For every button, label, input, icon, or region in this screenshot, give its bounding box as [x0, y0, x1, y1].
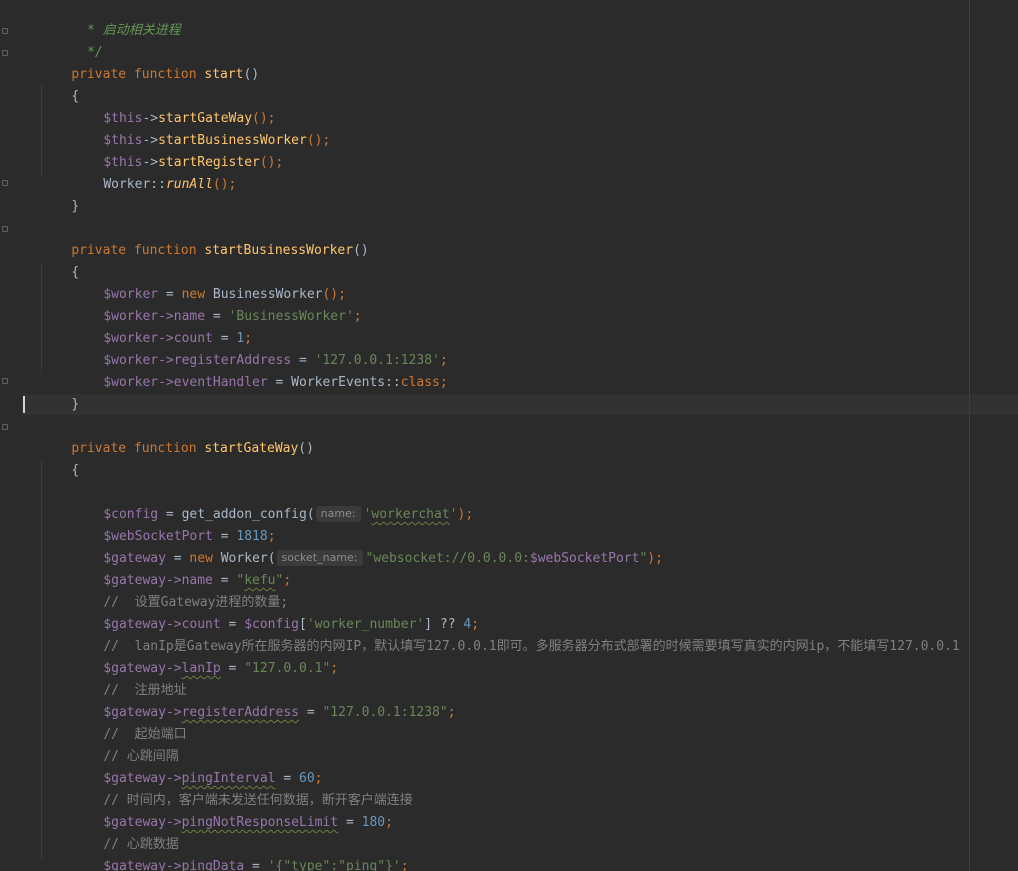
operator: =: [244, 859, 268, 871]
keyword: class: [400, 375, 440, 390]
code-line[interactable]: $this->startRegister();: [72, 130, 283, 170]
code-line[interactable]: private function startBusinessWorker(): [40, 218, 368, 258]
keyword: private function: [71, 441, 205, 456]
operator: =: [338, 815, 362, 830]
code-line[interactable]: {: [40, 64, 79, 104]
property-name: pingNotResponseLimit: [181, 815, 339, 830]
code-line[interactable]: // 心跳数据: [72, 812, 178, 852]
code-editor[interactable]: * 启动相关进程 */ private function start() { $…: [0, 0, 1018, 871]
string-literal: ': [449, 507, 458, 522]
code-line[interactable]: $worker->eventHandler = WorkerEvents::cl…: [72, 350, 447, 390]
code-line[interactable]: $gateway->pingData = '{"type":"ping"}';: [72, 834, 408, 871]
punctuation: );: [457, 507, 474, 522]
code-line[interactable]: // 心跳间隔: [72, 724, 178, 764]
number-literal: 180: [361, 815, 386, 830]
punctuation: ;: [400, 859, 409, 871]
function-name: start: [204, 67, 244, 82]
fold-close-icon[interactable]: [2, 378, 8, 384]
code-line[interactable]: Worker::runAll();: [72, 152, 236, 192]
code-line[interactable]: // lanIp是Gateway所在服务器的内网IP，默认填写127.0.0.1…: [72, 614, 959, 654]
indent-guide: [41, 460, 42, 860]
parameter-hint: name:: [315, 506, 361, 522]
code-line[interactable]: {: [40, 240, 79, 280]
punctuation: ();: [306, 133, 331, 148]
class-name: Worker::: [103, 177, 166, 192]
code-line[interactable]: $gateway = new Worker(socket_name: "webso…: [72, 526, 663, 566]
code-line[interactable]: $worker->count = 1;: [72, 306, 252, 346]
interpolated-variable: $webSocketPort: [529, 551, 640, 566]
code-line[interactable]: }: [40, 174, 79, 214]
punctuation: ;: [385, 815, 393, 830]
code-line[interactable]: $gateway->pingInterval = 60;: [72, 746, 322, 786]
code-line[interactable]: }: [40, 856, 79, 871]
operator: =: [220, 661, 245, 676]
editor-gutter: [0, 0, 22, 871]
punctuation: ();: [259, 155, 284, 170]
operator: =: [299, 705, 323, 720]
variable: $worker->eventHandler: [103, 375, 268, 390]
punctuation: ;: [439, 375, 448, 390]
code-line[interactable]: $gateway->registerAddress = "127.0.0.1:1…: [72, 680, 455, 720]
property-name: registerAddress: [181, 705, 299, 720]
right-margin-guide: [969, 0, 970, 871]
brace: }: [71, 397, 80, 412]
function-name: startBusinessWorker: [204, 243, 354, 258]
code-line[interactable]: $gateway->pingNotResponseLimit = 180;: [72, 790, 393, 830]
code-line[interactable]: $config = get_addon_config(name:'workerc…: [72, 482, 473, 522]
punctuation: );: [647, 551, 663, 566]
class-name: WorkerEvents::: [291, 375, 401, 390]
code-line[interactable]: // 设置Gateway进程的数量;: [72, 570, 288, 610]
punctuation: (): [298, 441, 314, 456]
function-name: startGateWay: [204, 441, 299, 456]
punctuation: (): [353, 243, 369, 258]
property-name: lanIp: [181, 661, 221, 676]
punctuation: ();: [212, 177, 237, 192]
string-literal: "127.0.0.1": [244, 661, 331, 676]
fold-open-icon[interactable]: [2, 424, 8, 430]
string-literal: '{"type":"ping"}': [267, 859, 401, 871]
code-line[interactable]: $gateway->name = "kefu";: [72, 548, 291, 588]
static-method-call: runAll: [165, 177, 213, 192]
property-name: pingData: [181, 859, 245, 871]
fold-close-icon[interactable]: [2, 180, 8, 186]
operator: =: [267, 375, 292, 390]
code-line[interactable]: $worker->registerAddress = '127.0.0.1:12…: [72, 328, 447, 368]
fold-close-icon[interactable]: [2, 28, 8, 34]
code-line[interactable]: */: [48, 20, 103, 60]
code-line[interactable]: // 注册地址: [72, 658, 186, 698]
code-line[interactable]: $gateway->lanIp = "127.0.0.1";: [72, 636, 338, 676]
code-line[interactable]: $webSocketPort = 1818;: [72, 504, 275, 544]
code-line[interactable]: $this->startGateWay();: [72, 86, 275, 126]
code-line[interactable]: // 时间内，客户端未发送任何数据，断开客户端连接: [72, 768, 412, 808]
code-line[interactable]: $worker->name = 'BusinessWorker';: [72, 284, 361, 324]
fold-open-icon[interactable]: [2, 226, 8, 232]
brace: }: [71, 199, 80, 214]
punctuation: (): [243, 67, 260, 82]
string-literal: "websocket://0.0.0.0:: [365, 551, 530, 566]
fold-open-icon[interactable]: [2, 50, 8, 56]
code-line[interactable]: $this->startBusinessWorker();: [72, 108, 330, 148]
text-caret: [23, 396, 25, 413]
code-line[interactable]: }: [40, 372, 79, 412]
current-line-highlight: [22, 394, 1018, 415]
code-line[interactable]: $gateway->count = $config['worker_number…: [72, 592, 479, 632]
code-line[interactable]: // 起始端口: [72, 702, 186, 742]
code-line[interactable]: private function startGateWay(): [40, 416, 314, 456]
code-line[interactable]: * 启动相关进程: [48, 0, 181, 38]
punctuation: ;: [330, 661, 339, 676]
variable: $gateway->: [103, 859, 182, 871]
code-line[interactable]: $worker = new BusinessWorker();: [72, 262, 346, 302]
punctuation: ;: [353, 309, 362, 324]
punctuation: ;: [447, 705, 456, 720]
code-line[interactable]: private function start(): [40, 42, 259, 82]
keyword: private function: [71, 243, 205, 258]
brace: {: [71, 463, 80, 478]
string-literal: "127.0.0.1:1238": [322, 705, 448, 720]
keyword: private function: [71, 67, 205, 82]
code-line[interactable]: {: [40, 438, 79, 478]
string-literal: workerchat: [371, 507, 450, 522]
